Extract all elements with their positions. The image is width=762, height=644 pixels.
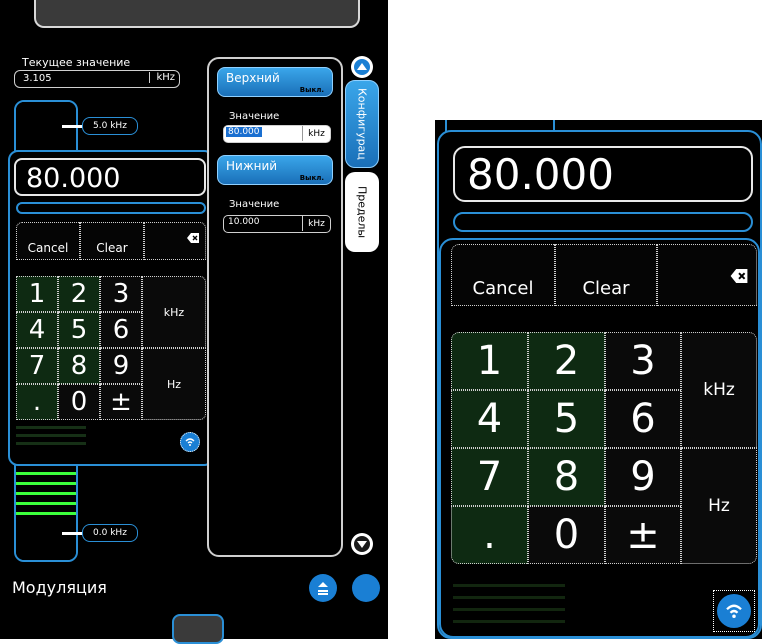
backspace-icon	[730, 269, 748, 283]
right-key-5[interactable]: 5	[528, 390, 605, 448]
backspace-button[interactable]	[144, 222, 206, 260]
tab-configuration[interactable]: Конфигурац	[345, 80, 379, 168]
scroll-up-button[interactable]	[351, 56, 373, 78]
unit-hz-button[interactable]: Hz	[142, 348, 206, 420]
lower-marker[interactable]: 0.0 kHz	[82, 524, 138, 542]
right-key-plus-minus[interactable]: ±	[605, 506, 681, 564]
clear-button[interactable]: Clear	[80, 222, 144, 260]
wifi-icon	[185, 438, 195, 446]
key-5[interactable]: 5	[58, 312, 100, 348]
current-value-text: 3.105	[23, 73, 52, 84]
key-dot[interactable]: .	[16, 384, 58, 420]
right-entry-value: 80.000	[467, 150, 614, 199]
upper-marker-line	[62, 125, 84, 128]
keypad-level-stripes	[16, 424, 86, 450]
right-key-0[interactable]: 0	[528, 506, 605, 564]
right-key-2[interactable]: 2	[528, 332, 605, 390]
unit-khz-button[interactable]: kHz	[142, 276, 206, 348]
right-key-7[interactable]: 7	[451, 448, 528, 506]
keypad-popup: 80.000 Cancel Clear 1 2 3 kHz 4 5 6 7 8 …	[8, 150, 214, 466]
right-level-stripes	[453, 578, 565, 634]
right-key-dot[interactable]: .	[451, 506, 528, 564]
entry-value: 80.000	[26, 163, 121, 194]
current-value-label: Текущее значение	[22, 56, 131, 69]
right-key-4[interactable]: 4	[451, 390, 528, 448]
lower-value-label: Значение	[229, 199, 280, 210]
lower-value-field[interactable]: 10.000 kHz	[223, 215, 331, 233]
lower-limit-button[interactable]: Нижний Выкл.	[217, 155, 333, 185]
collapse-icon	[318, 582, 328, 595]
key-6[interactable]: 6	[100, 312, 142, 348]
backspace-icon	[187, 233, 199, 243]
tab-limits[interactable]: Пределы	[345, 172, 379, 252]
right-keypad-popup: 80.000 Cancel Clear 1 2 3 kHz 4 5 6 7 8 …	[437, 130, 762, 639]
footer-title: Модуляция	[12, 578, 107, 597]
right-backspace-button[interactable]	[657, 244, 757, 306]
keypad: Cancel Clear 1 2 3 kHz 4 5 6 7 8 9 Hz . …	[14, 220, 208, 420]
right-wifi-button[interactable]	[717, 594, 751, 628]
right-key-9[interactable]: 9	[605, 448, 681, 506]
upper-limit-button[interactable]: Верхний Выкл.	[217, 67, 333, 97]
key-0[interactable]: 0	[58, 384, 100, 420]
upper-marker[interactable]: 5.0 kHz	[82, 117, 138, 135]
key-1[interactable]: 1	[16, 276, 58, 312]
entry-underbar	[16, 202, 206, 214]
right-key-3[interactable]: 3	[605, 332, 681, 390]
right-keypad: Cancel Clear 1 2 3 kHz 4 5 6 7 8 9 Hz . …	[451, 244, 757, 574]
up-arrow-icon	[354, 59, 370, 75]
right-key-6[interactable]: 6	[605, 390, 681, 448]
upper-value-field[interactable]: 80.000 kHz	[223, 125, 331, 143]
key-3[interactable]: 3	[100, 276, 142, 312]
bottom-tab[interactable]	[172, 614, 224, 644]
keypad-wifi-button[interactable]	[180, 432, 200, 452]
key-plus-minus[interactable]: ±	[100, 384, 142, 420]
right-clear-button[interactable]: Clear	[555, 244, 657, 306]
down-arrow-icon	[354, 536, 370, 552]
key-2[interactable]: 2	[58, 276, 100, 312]
current-unit-text: kHz	[149, 72, 175, 83]
wifi-icon	[726, 604, 742, 618]
key-7[interactable]: 7	[16, 348, 58, 384]
right-unit-khz-button[interactable]: kHz	[681, 332, 757, 448]
collapse-button[interactable]	[309, 574, 337, 602]
key-9[interactable]: 9	[100, 348, 142, 384]
circle-button[interactable]	[352, 574, 380, 602]
left-screen: Текущее значение 3.105 kHz 5.0 kHz 0.0 k…	[0, 0, 388, 644]
upper-value-label: Значение	[229, 111, 280, 122]
right-unit-hz-button[interactable]: Hz	[681, 448, 757, 564]
right-entry-underbar	[453, 212, 753, 232]
right-key-1[interactable]: 1	[451, 332, 528, 390]
upper-marker-text: 5.0 kHz	[93, 121, 127, 131]
lower-marker-text: 0.0 kHz	[93, 528, 127, 538]
lower-marker-line	[62, 532, 84, 535]
entry-field[interactable]: 80.000	[14, 158, 206, 196]
cancel-button[interactable]: Cancel	[16, 222, 80, 260]
limits-panel: Верхний Выкл. Значение 80.000 kHz Нижний…	[207, 57, 343, 557]
right-cancel-button[interactable]: Cancel	[451, 244, 555, 306]
key-4[interactable]: 4	[16, 312, 58, 348]
current-value-field: 3.105 kHz	[14, 70, 180, 88]
right-screen: 80.000 Cancel Clear 1 2 3 kHz 4 5 6 7 8 …	[435, 120, 762, 639]
right-entry-field[interactable]: 80.000	[453, 146, 753, 202]
scroll-down-button[interactable]	[351, 533, 373, 555]
right-key-8[interactable]: 8	[528, 448, 605, 506]
key-8[interactable]: 8	[58, 348, 100, 384]
top-bar	[34, 0, 360, 28]
